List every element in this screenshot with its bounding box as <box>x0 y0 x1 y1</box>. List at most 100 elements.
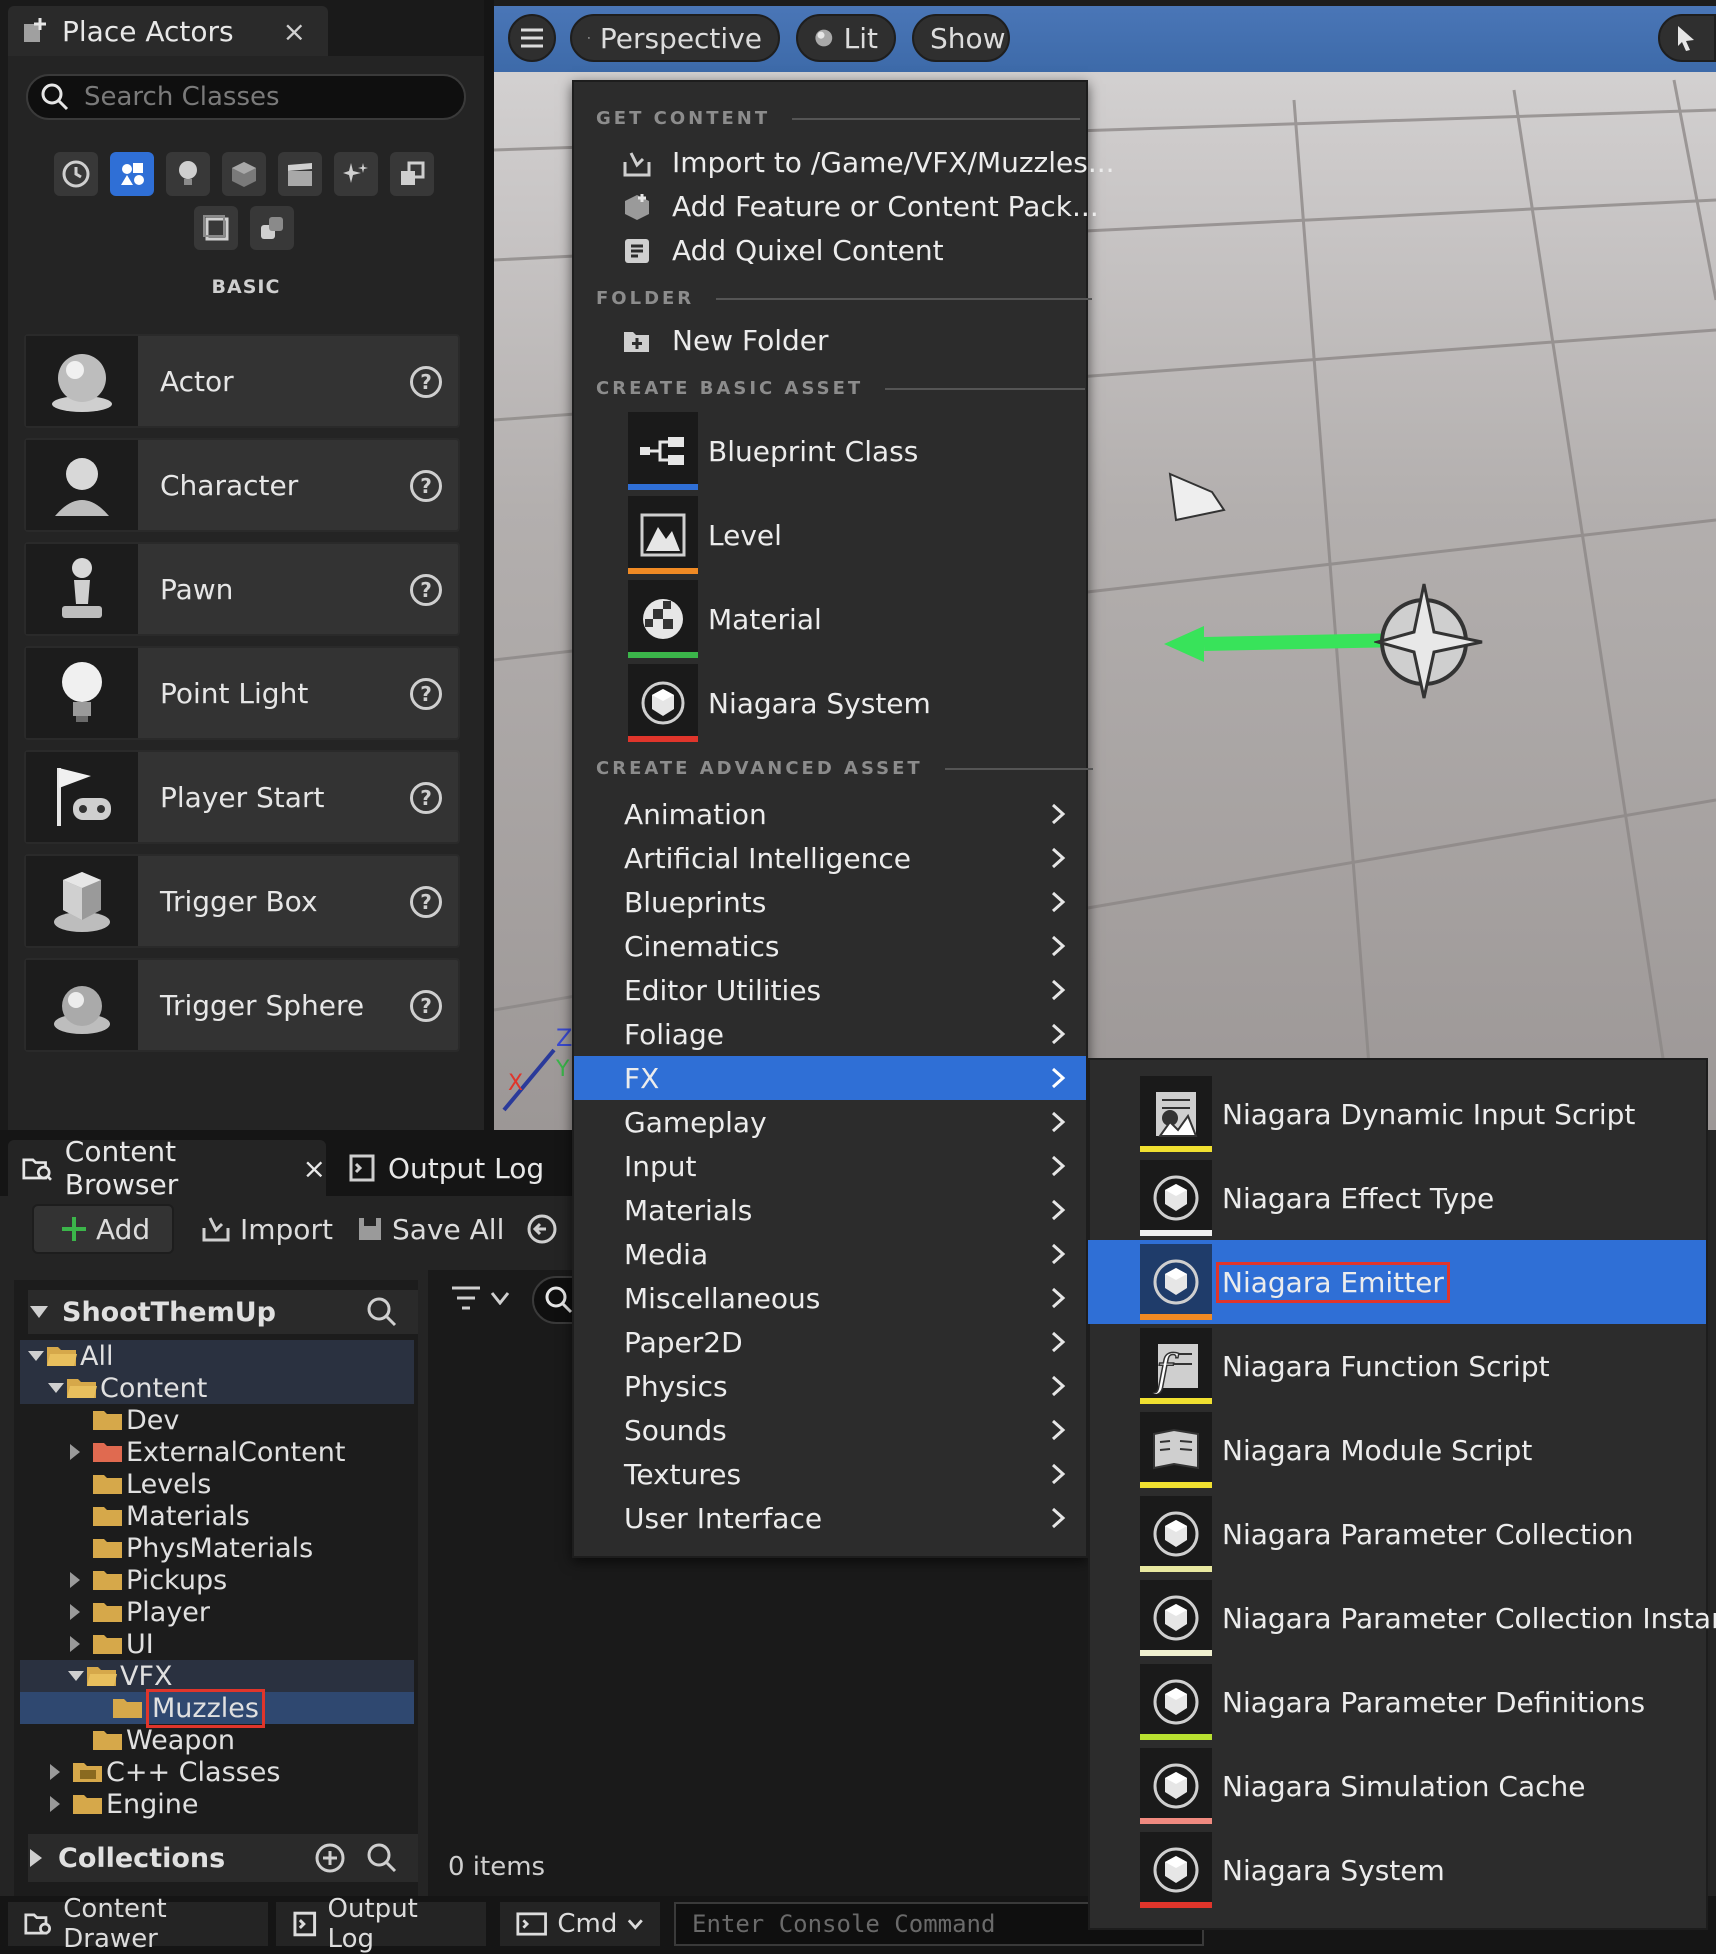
search-icon[interactable] <box>366 1842 398 1874</box>
help-icon[interactable]: ? <box>410 678 442 710</box>
cinematic-category-button[interactable] <box>278 152 322 196</box>
submenu-item-niagara-dynamic-input-script[interactable]: Niagara Dynamic Input Script <box>1088 1072 1706 1156</box>
search-classes-input[interactable]: Search Classes <box>26 74 466 120</box>
menu-item-media[interactable]: Media <box>574 1232 1086 1276</box>
help-icon[interactable]: ? <box>410 886 442 918</box>
add-circle-icon[interactable] <box>314 1842 346 1874</box>
submenu-item-niagara-effect-type[interactable]: Niagara Effect Type <box>1088 1156 1706 1240</box>
help-icon[interactable]: ? <box>410 366 442 398</box>
actor-item-point-light[interactable]: Point Light ? <box>24 646 460 740</box>
submenu-item-niagara-function-script[interactable]: f Niagara Function Script <box>1088 1324 1706 1408</box>
menu-item-add-quixel[interactable]: Add Quixel Content <box>622 234 944 267</box>
output-log-button[interactable]: Output Log <box>276 1894 486 1954</box>
viewport-menu-button[interactable] <box>508 14 556 62</box>
menu-item-miscellaneous[interactable]: Miscellaneous <box>574 1276 1086 1320</box>
recent-category-button[interactable] <box>54 152 98 196</box>
help-icon[interactable]: ? <box>410 574 442 606</box>
content-drawer-button[interactable]: Content Drawer <box>8 1894 268 1954</box>
menu-item-blueprint-class[interactable]: Blueprint Class <box>628 412 1068 490</box>
submenu-item-niagara-simulation-cache[interactable]: Niagara Simulation Cache <box>1088 1744 1706 1828</box>
output-log-tab[interactable]: Output Log <box>334 1140 574 1196</box>
tree-item-ui[interactable]: UI <box>68 1628 154 1660</box>
folder-icon <box>93 1443 122 1462</box>
actor-item-player-start[interactable]: Player Start ? <box>24 750 460 844</box>
menu-item-blueprints[interactable]: Blueprints <box>574 880 1086 924</box>
filter-button[interactable] <box>450 1284 510 1312</box>
help-icon[interactable]: ? <box>410 782 442 814</box>
tree-item-all[interactable]: All <box>26 1340 113 1372</box>
help-icon[interactable]: ? <box>410 990 442 1022</box>
basic-category-button[interactable] <box>110 152 154 196</box>
menu-item-input[interactable]: Input <box>574 1144 1086 1188</box>
tree-item-pickups[interactable]: Pickups <box>68 1564 227 1596</box>
help-icon[interactable]: ? <box>410 470 442 502</box>
submenu-item-niagara-system[interactable]: Niagara System <box>1088 1828 1706 1912</box>
cmd-dropdown[interactable]: Cmd <box>500 1902 660 1946</box>
actor-item-trigger-box[interactable]: Trigger Box ? <box>24 854 460 948</box>
submenu-item-niagara-parameter-collection-instance[interactable]: Niagara Parameter Collection Instance <box>1088 1576 1716 1660</box>
submenu-item-niagara-module-script[interactable]: Niagara Module Script <box>1088 1408 1706 1492</box>
submenu-item-niagara-parameter-definitions[interactable]: Niagara Parameter Definitions <box>1088 1660 1706 1744</box>
actor-item-pawn[interactable]: Pawn ? <box>24 542 460 636</box>
menu-item-paper2d[interactable]: Paper2D <box>574 1320 1086 1364</box>
tree-item-cpp-classes[interactable]: C++ Classes <box>48 1756 280 1788</box>
menu-item-animation[interactable]: Animation <box>574 792 1086 836</box>
menu-item-fx[interactable]: FX <box>574 1056 1086 1100</box>
visual-effects-category-button[interactable] <box>334 152 378 196</box>
content-browser-tab[interactable]: Content Browser × <box>8 1135 326 1201</box>
tree-item-externalcontent[interactable]: ExternalContent <box>68 1436 345 1468</box>
menu-item-physics[interactable]: Physics <box>574 1364 1086 1408</box>
menu-item-user-interface[interactable]: User Interface <box>574 1496 1086 1540</box>
menu-item-textures[interactable]: Textures <box>574 1452 1086 1496</box>
tree-item-weapon[interactable]: Weapon <box>92 1724 235 1756</box>
all-classes-category-button[interactable] <box>194 206 238 250</box>
menu-item-editor-utilities[interactable]: Editor Utilities <box>574 968 1086 1012</box>
add-button[interactable]: Add <box>32 1204 174 1254</box>
menu-item-new-folder[interactable]: New Folder <box>622 324 829 357</box>
tree-item-vfx[interactable]: VFX <box>66 1660 173 1692</box>
actor-item-actor[interactable]: Actor ? <box>24 334 460 428</box>
menu-item-foliage[interactable]: Foliage <box>574 1012 1086 1056</box>
save-all-button[interactable]: Save All <box>356 1204 504 1254</box>
menu-item-materials[interactable]: Materials <box>574 1188 1086 1232</box>
perspective-button[interactable]: Perspective <box>570 14 780 62</box>
lit-button[interactable]: Lit <box>796 14 896 62</box>
tree-item-content[interactable]: Content <box>46 1372 207 1404</box>
close-icon[interactable]: × <box>303 1152 326 1185</box>
actor-item-character[interactable]: Character ? <box>24 438 460 532</box>
history-back-button[interactable] <box>526 1204 558 1254</box>
menu-item-cinematics[interactable]: Cinematics <box>574 924 1086 968</box>
menu-item-gameplay[interactable]: Gameplay <box>574 1100 1086 1144</box>
menu-item-material[interactable]: Material <box>628 580 1068 658</box>
volumes-category-button[interactable] <box>390 152 434 196</box>
collections-header[interactable]: Collections <box>28 1834 418 1882</box>
lights-category-button[interactable] <box>166 152 210 196</box>
menu-item-sounds[interactable]: Sounds <box>574 1408 1086 1452</box>
tree-item-physmaterials[interactable]: PhysMaterials <box>92 1532 313 1564</box>
submenu-item-niagara-parameter-collection[interactable]: Niagara Parameter Collection <box>1088 1492 1706 1576</box>
actor-item-trigger-sphere[interactable]: Trigger Sphere ? <box>24 958 460 1052</box>
shapes-category-button[interactable] <box>222 152 266 196</box>
search-icon[interactable] <box>366 1296 398 1328</box>
tree-item-engine[interactable]: Engine <box>48 1788 199 1820</box>
tree-item-muzzles[interactable]: Muzzles <box>112 1688 265 1728</box>
menu-item-level[interactable]: Level <box>628 496 1068 574</box>
geometry-category-button[interactable] <box>250 206 294 250</box>
menu-item-add-feature-pack[interactable]: Add Feature or Content Pack... <box>622 190 1099 223</box>
close-icon[interactable]: × <box>283 15 306 48</box>
project-header[interactable]: ShootThemUp <box>28 1290 418 1334</box>
tree-item-levels[interactable]: Levels <box>92 1468 211 1500</box>
import-button[interactable]: Import <box>200 1204 333 1254</box>
tree-item-player[interactable]: Player <box>68 1596 210 1628</box>
submenu-item-niagara-emitter[interactable]: Niagara Emitter <box>1088 1240 1706 1324</box>
select-mode-button[interactable] <box>1658 14 1716 62</box>
camera-icon[interactable] <box>1164 470 1234 530</box>
niagara-effect-icon[interactable] <box>1374 580 1484 700</box>
show-button[interactable]: Show <box>912 14 1010 62</box>
menu-item-import[interactable]: Import to /Game/VFX/Muzzles... <box>622 146 1115 179</box>
tree-item-dev[interactable]: Dev <box>92 1404 179 1436</box>
menu-item-niagara-system-basic[interactable]: Niagara System <box>628 664 1068 742</box>
menu-item-artificial-intelligence[interactable]: Artificial Intelligence <box>574 836 1086 880</box>
tree-item-materials[interactable]: Materials <box>92 1500 250 1532</box>
place-actors-tab[interactable]: Place Actors × <box>8 6 328 56</box>
